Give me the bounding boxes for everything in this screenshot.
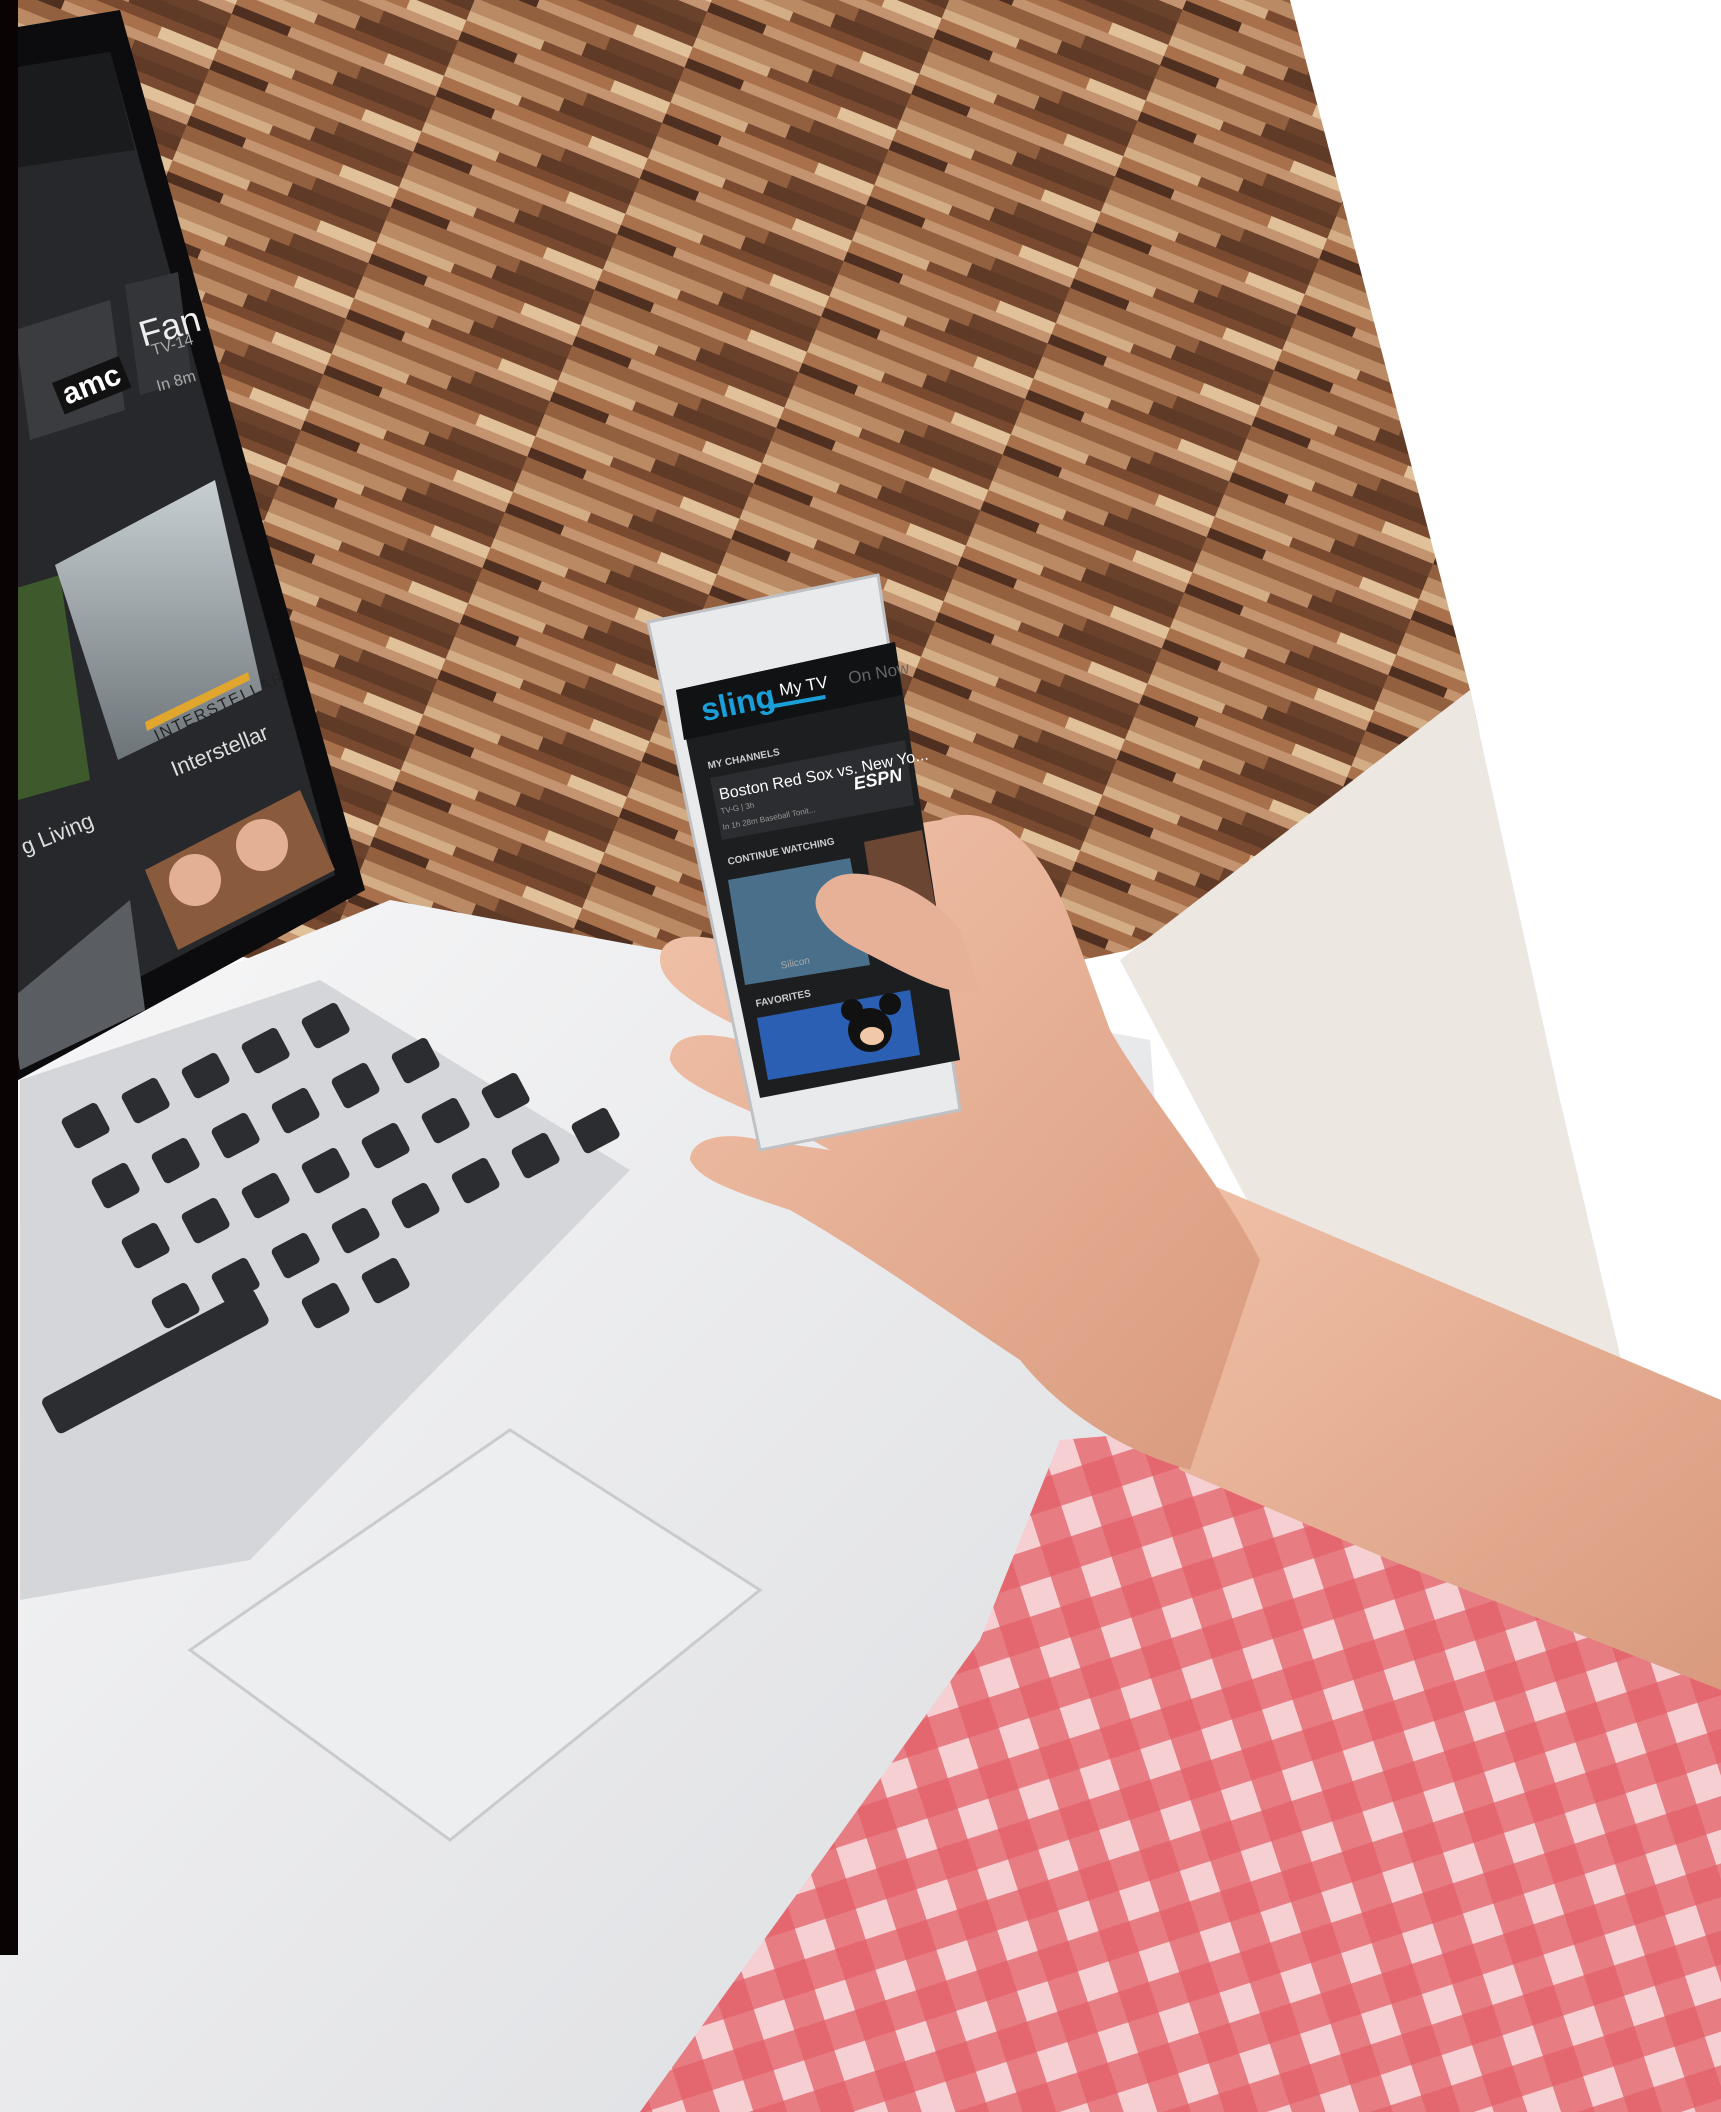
sling-logo: sling	[697, 677, 779, 729]
photo-scene: amc Fan TV-14 In 8m INTERSTELLAR Interst…	[0, 0, 1721, 2112]
continue-item-label: Silicon	[779, 955, 811, 972]
amc-logo: amc	[52, 356, 132, 415]
continue-watching-heading: CONTINUE WATCHING	[726, 836, 836, 868]
text-overlay: amc Fan TV-14 In 8m INTERSTELLAR Interst…	[0, 0, 1721, 2112]
my-channels-heading: MY CHANNELS	[706, 747, 781, 772]
tab-on-now[interactable]: On Now	[847, 658, 911, 687]
favorites-heading: FAVORITES	[754, 988, 812, 1010]
tab-my-tv[interactable]: My TV	[778, 673, 829, 700]
poster-title-living: g Living	[17, 807, 97, 860]
channel-program-meta: TV-G | 3h	[719, 800, 755, 816]
featured-time: In 8m	[154, 368, 198, 396]
